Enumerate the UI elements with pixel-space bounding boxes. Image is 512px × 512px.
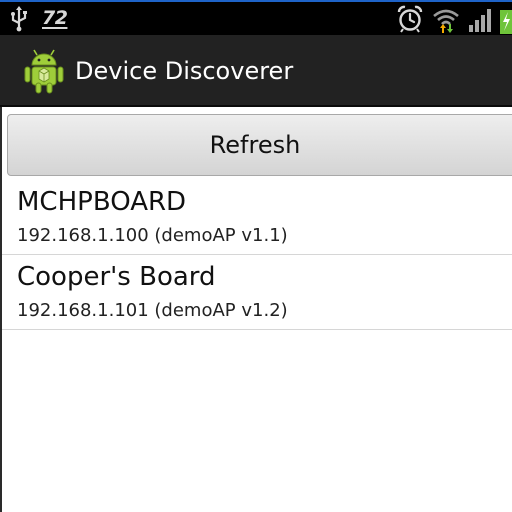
screen-edge <box>0 107 2 512</box>
battery-level-text: 72 <box>42 7 68 29</box>
usb-icon <box>11 6 27 32</box>
device-name: Cooper's Board <box>17 262 216 292</box>
refresh-button[interactable]: Refresh <box>7 114 512 176</box>
device-detail: 192.168.1.100 (demoAP v1.1) <box>17 225 288 246</box>
screen: 72 Device Discoverer Refresh MCHPBOARD 1… <box>0 0 512 512</box>
list-item[interactable]: Cooper's Board 192.168.1.101 (demoAP v1.… <box>0 255 512 330</box>
alarm-icon <box>397 5 423 33</box>
device-list: MCHPBOARD 192.168.1.100 (demoAP v1.1) Co… <box>0 180 512 330</box>
wifi-icon <box>433 9 459 33</box>
action-bar: Device Discoverer <box>0 35 512 107</box>
signal-icon <box>469 9 491 32</box>
charging-icon <box>500 10 512 34</box>
list-item[interactable]: MCHPBOARD 192.168.1.100 (demoAP v1.1) <box>0 180 512 255</box>
status-bar: 72 <box>0 0 512 35</box>
app-title: Device Discoverer <box>75 57 294 85</box>
device-detail: 192.168.1.101 (demoAP v1.2) <box>17 300 288 321</box>
device-name: MCHPBOARD <box>17 187 187 217</box>
android-icon <box>24 49 64 94</box>
